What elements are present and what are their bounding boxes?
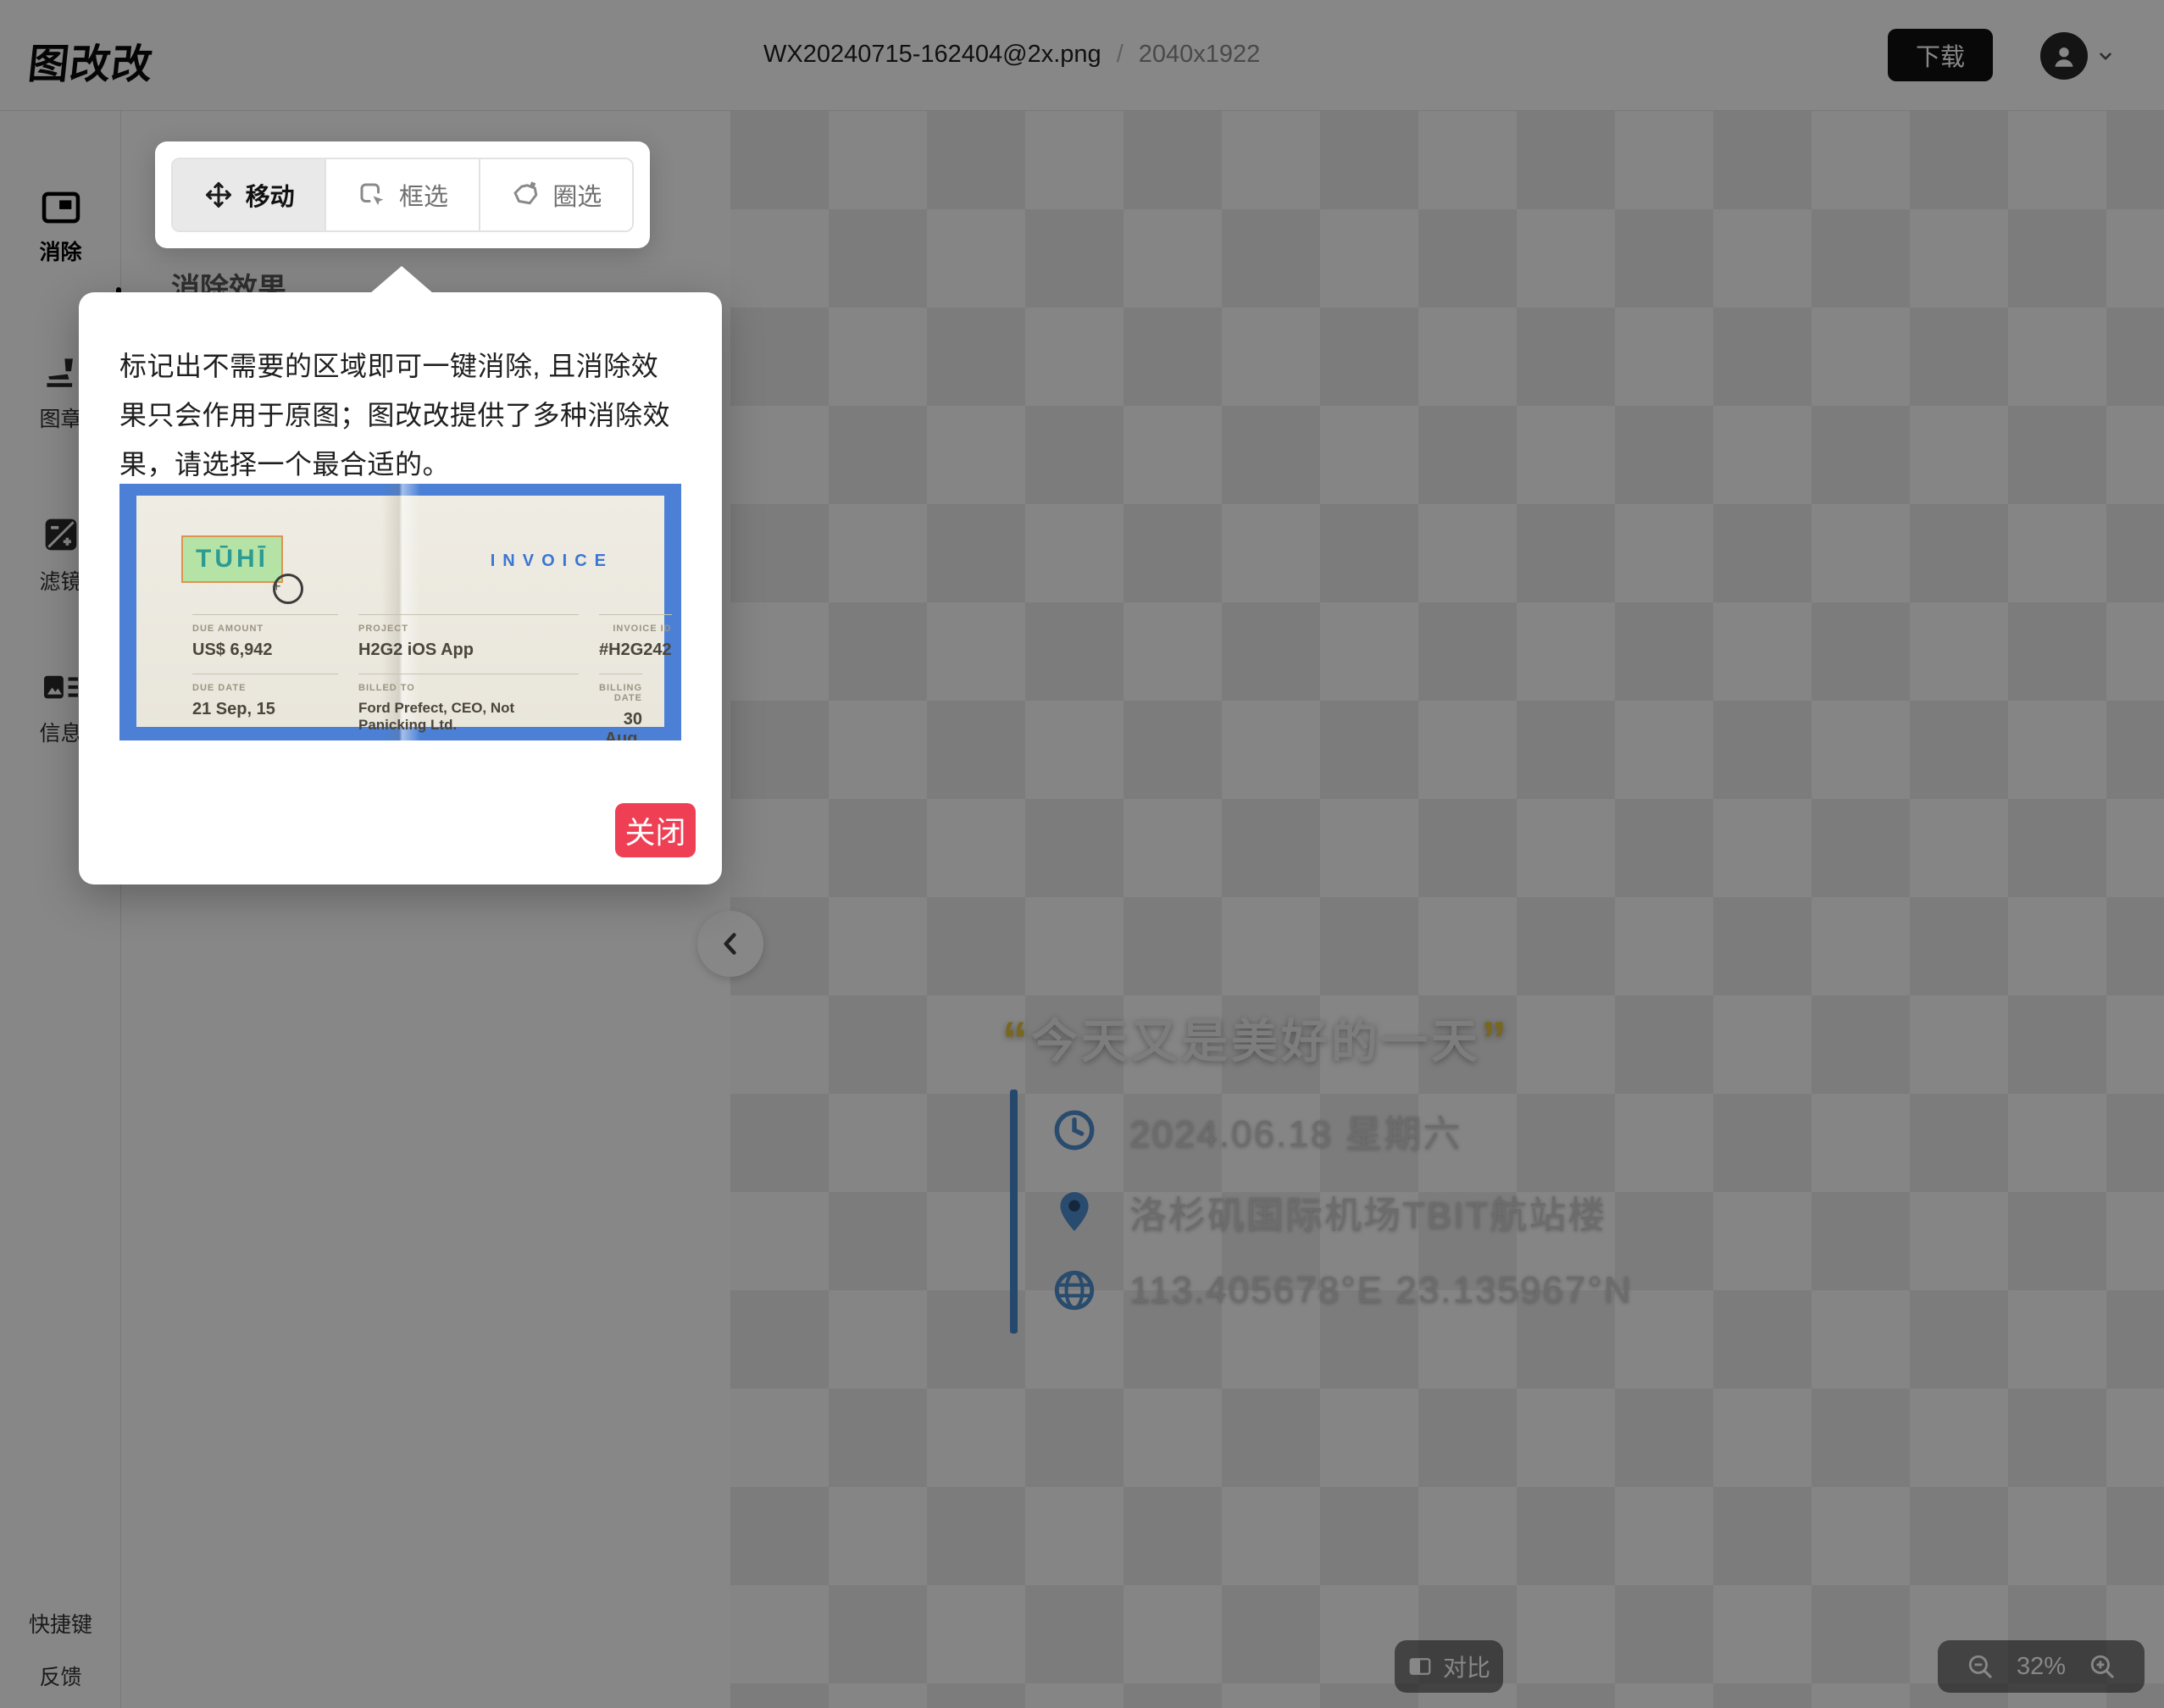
close-button[interactable]: 关闭 xyxy=(615,803,696,857)
demo-field: BILLED TO Ford Prefect, CEO, Not Panicki… xyxy=(358,674,579,740)
demo-selection-highlight: TŪHĪ xyxy=(181,535,283,583)
guide-description: 标记出不需要的区域即可一键消除, 且消除效果只会作用于原图；图改改提供了多种消除… xyxy=(119,341,683,489)
demo-invoice-title: INVOICE xyxy=(491,552,613,571)
tool-label: 圈选 xyxy=(552,177,602,213)
move-icon xyxy=(203,180,234,210)
erase-toolbar: 移动 框选 圈选 xyxy=(155,141,650,248)
demo-field-row: DUE AMOUNT US$ 6,942 PROJECT H2G2 iOS Ap… xyxy=(192,614,629,660)
guide-demo-image: TŪHĪ INVOICE DUE AMOUNT US$ 6,942 PROJEC… xyxy=(119,484,681,740)
tool-label: 移动 xyxy=(246,177,295,213)
demo-field: BILLING DATE 30 Aug, 15 xyxy=(599,674,642,740)
tool-label: 框选 xyxy=(399,177,448,213)
lasso-select-icon xyxy=(510,180,541,210)
app-window: 图改改 WX20240715-162404@2x.png / 2040x1922… xyxy=(0,0,2164,1708)
demo-field: INVOICE ID #H2G242 xyxy=(599,614,672,660)
popup-arrow xyxy=(370,266,433,293)
demo-logo-text: TŪHĪ xyxy=(196,545,269,574)
tool-move[interactable]: 移动 xyxy=(173,159,326,230)
erase-guide-popup: 标记出不需要的区域即可一键消除, 且消除效果只会作用于原图；图改改提供了多种消除… xyxy=(79,292,722,884)
demo-field: PROJECT H2G2 iOS App xyxy=(358,614,579,660)
demo-cursor xyxy=(273,574,303,604)
tool-box-select[interactable]: 框选 xyxy=(326,159,480,230)
demo-field-row: DUE DATE 21 Sep, 15 BILLED TO Ford Prefe… xyxy=(192,674,629,740)
demo-field: DUE DATE 21 Sep, 15 xyxy=(192,674,338,740)
box-select-icon xyxy=(357,180,387,210)
demo-field: DUE AMOUNT US$ 6,942 xyxy=(192,614,338,660)
tool-segmented-control: 移动 框选 圈选 xyxy=(171,158,634,232)
tool-lasso-select[interactable]: 圈选 xyxy=(480,159,632,230)
